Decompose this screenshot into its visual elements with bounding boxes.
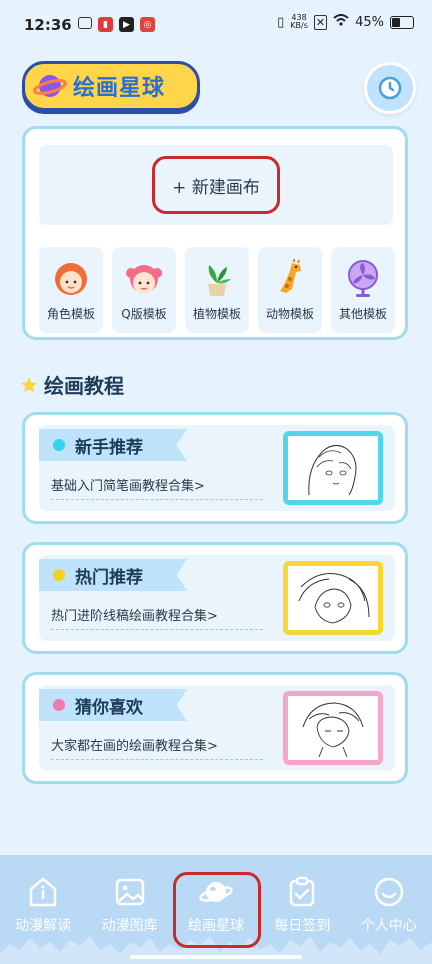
sketch-image xyxy=(288,436,378,500)
section-title-text: 绘画教程 xyxy=(44,374,124,398)
smiley-icon xyxy=(374,877,403,907)
tutorial-subtitle-link[interactable]: 热门进阶线稿绘画教程合集> xyxy=(51,605,218,624)
template-label: 动物模板 xyxy=(265,307,314,321)
anime-sketch-icon xyxy=(302,702,364,758)
info-icon xyxy=(29,877,57,907)
girl-face-icon xyxy=(55,263,87,295)
clipboard-check-icon xyxy=(290,876,315,907)
tutorial-title: 热门推荐 xyxy=(75,567,143,588)
nav-label: 个人中心 xyxy=(360,918,417,934)
tutorial-subtitle-link[interactable]: 基础入门简笔画教程合集> xyxy=(51,475,205,494)
battery-icon xyxy=(390,15,414,29)
video-app-icon: ▶ xyxy=(119,17,134,32)
tutorial-ribbon: 热门推荐 xyxy=(39,559,187,591)
app-icon: ◎ xyxy=(140,17,155,32)
tutorial-subtitle-link[interactable]: 大家都在画的绘画教程合集> xyxy=(51,735,218,754)
status-time: 12:36 xyxy=(24,16,72,34)
template-character[interactable]: 角色模板 xyxy=(39,247,103,333)
nav-label: 每日签到 xyxy=(274,918,331,934)
tutorial-card-body: 热门推荐 热门进阶线稿绘画教程合集> xyxy=(39,555,395,641)
tutorial-card-body: 新手推荐 基础入门简笔画教程合集> xyxy=(39,425,395,511)
template-animal[interactable]: 动物模板 xyxy=(258,247,322,333)
tutorial-ribbon: 猜你喜欢 xyxy=(39,689,187,721)
nav-item-anime-gallery[interactable]: 动漫图库 xyxy=(86,875,172,935)
active-tab-highlight xyxy=(173,872,261,948)
status-right: ▯ 438 KB/s ✕ 45% xyxy=(277,14,414,30)
star-icon xyxy=(21,376,37,392)
app-title: 绘画星球 xyxy=(73,76,166,101)
create-card: + 新建画布 角色模板 Q版模板 植物模板 动物模板 其他模板 xyxy=(22,126,408,340)
nav-item-anime-explain[interactable]: 动漫解读 xyxy=(0,875,86,935)
network-speed: 438 KB/s xyxy=(290,13,308,30)
tutorial-thumbnail[interactable] xyxy=(283,561,383,635)
dot-icon xyxy=(53,439,65,451)
tutorial-card-popular[interactable]: 热门推荐 热门进阶线稿绘画教程合集> xyxy=(22,542,408,654)
nav-label: 动漫解读 xyxy=(15,918,72,934)
dashed-divider xyxy=(51,629,263,630)
clock-icon xyxy=(378,76,402,100)
nav-item-profile[interactable]: 个人中心 xyxy=(346,875,432,935)
status-bar: 12:36 ▮ ▶ ◎ ▯ 438 KB/s ✕ 45% xyxy=(0,0,432,50)
no-sim-icon: ✕ xyxy=(313,14,328,30)
dashed-divider xyxy=(51,499,263,500)
vibrate-icon: ▯ xyxy=(277,14,285,30)
tv-app-icon: ▮ xyxy=(98,17,113,32)
template-label: 其他模板 xyxy=(338,307,387,321)
tutorial-card-recommended[interactable]: 猜你喜欢 大家都在画的绘画教程合集> xyxy=(22,672,408,784)
wifi-icon xyxy=(333,14,349,30)
tutorial-title: 新手推荐 xyxy=(75,437,143,458)
nav-item-daily-checkin[interactable]: 每日签到 xyxy=(259,875,345,935)
battery-percent: 45% xyxy=(355,14,384,30)
template-label: Q版模板 xyxy=(121,307,167,321)
tutorial-card-beginner[interactable]: 新手推荐 基础入门简笔画教程合集> xyxy=(22,412,408,524)
tutorial-thumbnail[interactable] xyxy=(283,431,383,505)
mail-icon xyxy=(78,17,92,29)
template-other[interactable]: 其他模板 xyxy=(331,247,395,333)
gesture-home-bar[interactable] xyxy=(130,955,302,959)
template-label: 植物模板 xyxy=(192,307,241,321)
potted-plant-icon xyxy=(208,265,231,296)
template-label: 角色模板 xyxy=(46,307,95,321)
template-chibi[interactable]: Q版模板 xyxy=(112,247,176,333)
sketch-image xyxy=(288,566,378,630)
anime-sketch-icon xyxy=(308,445,357,496)
new-canvas-area[interactable]: + 新建画布 xyxy=(39,145,393,225)
chibi-girl-icon xyxy=(126,265,162,294)
nav-label: 动漫图库 xyxy=(101,918,158,934)
notification-icons: ▮ ▶ ◎ xyxy=(78,17,155,32)
dashed-divider xyxy=(51,759,263,760)
history-button[interactable] xyxy=(364,62,416,114)
fan-icon xyxy=(348,260,378,297)
dot-icon xyxy=(53,569,65,581)
template-list: 角色模板 Q版模板 植物模板 动物模板 其他模板 xyxy=(39,247,395,333)
sketch-image xyxy=(288,696,378,760)
image-icon xyxy=(115,878,144,906)
section-title: 绘画教程 xyxy=(20,370,124,399)
template-plant[interactable]: 植物模板 xyxy=(185,247,249,333)
tutorial-card-body: 猜你喜欢 大家都在画的绘画教程合集> xyxy=(39,685,395,771)
new-canvas-button[interactable]: + 新建画布 xyxy=(152,156,280,214)
dot-icon xyxy=(53,699,65,711)
tutorial-ribbon: 新手推荐 xyxy=(39,429,187,461)
planet-logo-icon xyxy=(33,75,67,97)
anime-sketch-icon xyxy=(298,573,370,624)
giraffe-icon xyxy=(280,259,301,293)
tutorial-title: 猜你喜欢 xyxy=(75,697,143,718)
app-logo: 绘画星球 xyxy=(22,61,200,111)
tutorial-thumbnail[interactable] xyxy=(283,691,383,765)
